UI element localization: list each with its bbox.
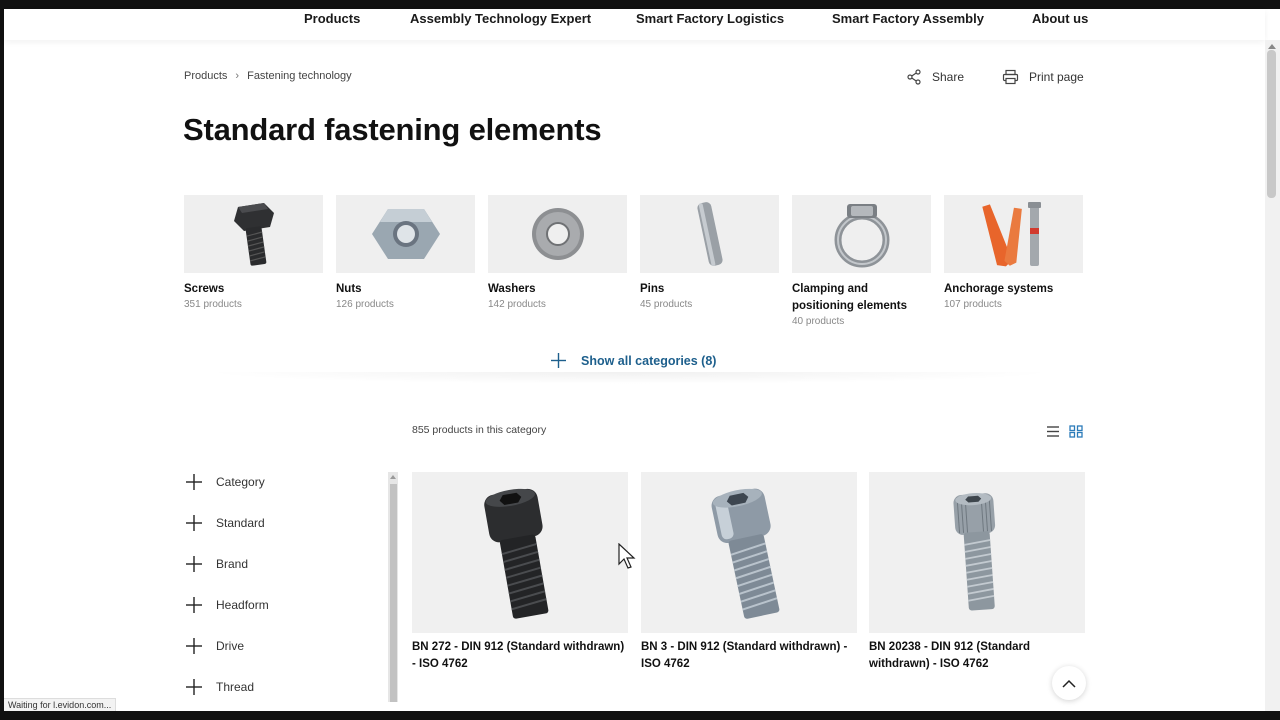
- page-scrollbar-thumb[interactable]: [1267, 50, 1276, 198]
- view-toggle: [1046, 425, 1083, 438]
- category-count: 45 products: [640, 299, 693, 310]
- category-count: 351 products: [184, 299, 242, 310]
- category-card-clamping-positioning[interactable]: Clamping and positioning elements 40 pro…: [792, 195, 931, 327]
- product-title[interactable]: BN 20238 - DIN 912 (Standard withdrawn) …: [869, 639, 1085, 673]
- product-title[interactable]: BN 272 - DIN 912 (Standard withdrawn) - …: [412, 639, 628, 673]
- top-navigation: Products Assembly Technology Expert Smar…: [4, 9, 1265, 40]
- filter-headform[interactable]: Headform: [186, 597, 269, 613]
- category-card-pins[interactable]: Pins 45 products: [640, 195, 779, 310]
- socket-cap-screw-zinc-image: [869, 472, 1085, 633]
- product-count: 855 products in this category: [412, 424, 547, 436]
- show-all-label: Show all categories (8): [581, 353, 717, 368]
- socket-cap-screw-black-image: [412, 472, 628, 633]
- breadcrumb-products[interactable]: Products: [184, 70, 227, 82]
- plus-icon: [551, 353, 566, 368]
- window-frame-left: [0, 0, 4, 720]
- print-label: Print page: [1029, 70, 1084, 84]
- category-card-washers[interactable]: Washers 142 products: [488, 195, 627, 310]
- plus-icon: [186, 515, 202, 531]
- filter-brand[interactable]: Brand: [186, 556, 248, 572]
- nav-assembly-technology-expert[interactable]: Assembly Technology Expert: [410, 11, 591, 26]
- category-name: Screws: [184, 283, 225, 295]
- filter-label: Headform: [216, 598, 269, 612]
- breadcrumb-separator-icon: ›: [235, 70, 240, 82]
- category-name: Pins: [640, 283, 665, 295]
- back-to-top-button[interactable]: [1052, 666, 1086, 700]
- breadcrumb: Products › Fastening technology: [184, 70, 352, 82]
- category-count: 107 products: [944, 299, 1002, 310]
- printer-icon: [1002, 69, 1019, 85]
- plus-icon: [186, 556, 202, 572]
- product-card-bn-3[interactable]: BN 3 - DIN 912 (Standard withdrawn) - IS…: [641, 472, 857, 673]
- filter-label: Brand: [216, 557, 249, 571]
- nav-about-us[interactable]: About us: [1032, 11, 1088, 26]
- grid-view-icon[interactable]: [1069, 425, 1083, 438]
- category-card-anchorage-systems[interactable]: Anchorage systems 107 products: [944, 195, 1083, 310]
- category-name: Washers: [488, 283, 536, 295]
- category-name: Anchorage systems: [944, 283, 1054, 295]
- filter-label: Drive: [216, 639, 245, 653]
- breadcrumb-fastening-technology[interactable]: Fastening technology: [247, 70, 352, 82]
- plus-icon: [186, 679, 202, 695]
- nut-image: [336, 195, 475, 273]
- list-view-icon[interactable]: [1046, 425, 1060, 438]
- washer-image: [488, 195, 627, 273]
- category-count: 40 products: [792, 316, 845, 327]
- filter-label: Category: [216, 475, 265, 489]
- category-count: 142 products: [488, 299, 546, 310]
- product-title[interactable]: BN 3 - DIN 912 (Standard withdrawn) - IS…: [641, 639, 857, 673]
- filter-label: Thread: [216, 680, 255, 694]
- filter-scrollbar-thumb[interactable]: [390, 484, 397, 702]
- socket-cap-screw-zinc-blue-image: [641, 472, 857, 633]
- nav-smart-factory-logistics[interactable]: Smart Factory Logistics: [636, 11, 784, 26]
- share-button[interactable]: Share: [906, 69, 964, 85]
- pin-image: [640, 195, 779, 273]
- hose-clamp-image: [792, 195, 931, 273]
- mouse-cursor-icon: [618, 543, 636, 569]
- share-label: Share: [932, 70, 965, 84]
- category-card-nuts[interactable]: Nuts 126 products: [336, 195, 475, 310]
- chevron-up-icon: [1062, 679, 1076, 688]
- nav-products[interactable]: Products: [304, 11, 360, 26]
- category-name: Clamping and positioning elements: [792, 283, 908, 312]
- nav-smart-factory-assembly[interactable]: Smart Factory Assembly: [832, 11, 984, 26]
- filter-standard[interactable]: Standard: [186, 515, 265, 531]
- print-page-button[interactable]: Print page: [1002, 69, 1084, 85]
- filter-scroll-up-icon[interactable]: [390, 475, 396, 479]
- plus-icon: [186, 474, 202, 490]
- section-divider: [200, 372, 1060, 384]
- filter-thread[interactable]: Thread: [186, 679, 254, 695]
- category-card-screws[interactable]: Screws 351 products: [184, 195, 323, 310]
- product-card-bn-20238[interactable]: BN 20238 - DIN 912 (Standard withdrawn) …: [869, 472, 1085, 673]
- filter-label: Standard: [216, 516, 265, 530]
- category-count: 126 products: [336, 299, 394, 310]
- share-icon: [907, 69, 921, 85]
- product-card-bn-272[interactable]: BN 272 - DIN 912 (Standard withdrawn) - …: [412, 472, 628, 673]
- scroll-up-arrow-icon[interactable]: [1268, 44, 1276, 49]
- category-name: Nuts: [336, 283, 362, 295]
- screw-image: [184, 195, 323, 273]
- show-all-categories-button[interactable]: Show all categories (8): [550, 352, 716, 369]
- filter-category[interactable]: Category: [186, 474, 265, 490]
- plus-icon: [186, 638, 202, 654]
- page-title: Standard fastening elements: [183, 112, 602, 147]
- browser-status-bar: Waiting for l.evidon.com...: [4, 698, 117, 711]
- window-frame-top: [0, 0, 1280, 9]
- filter-drive[interactable]: Drive: [186, 638, 244, 654]
- window-frame-bottom: [0, 711, 1280, 720]
- anchor-image: [944, 195, 1083, 273]
- plus-icon: [186, 597, 202, 613]
